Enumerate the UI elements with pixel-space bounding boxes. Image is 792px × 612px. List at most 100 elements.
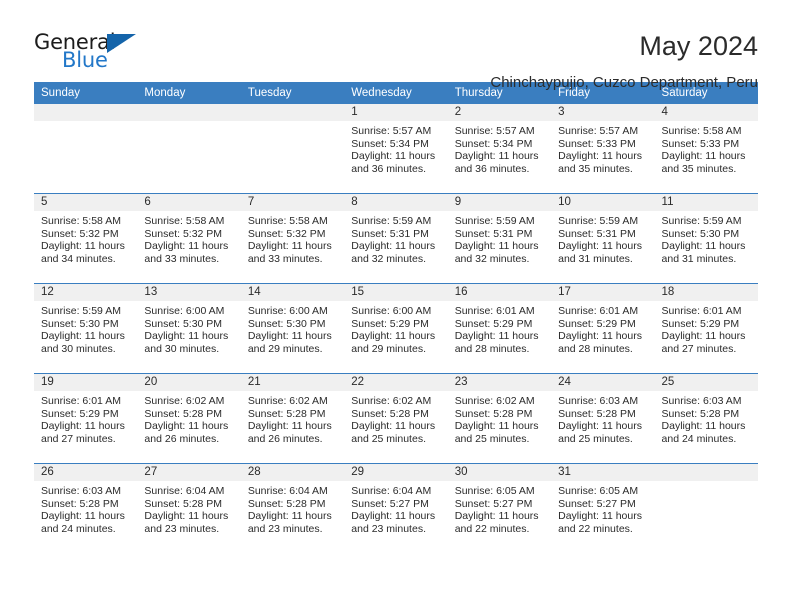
day-details: Sunrise: 6:00 AM Sunset: 5:29 PM Daylight:…	[344, 301, 447, 355]
calendar-day-cell[interactable]: 21 Sunrise: 6:02 AM Sunset: 5:28 PM Dayligh…	[240, 374, 345, 463]
sunset-text: Sunset: 5:28 PM	[454, 407, 533, 420]
daylight-text: Daylight: 11 hours and 33 minutes.	[144, 240, 229, 265]
calendar-day-cell[interactable]: 4 Sunrise: 5:58 AM Sunset: 5:33 PM Daylight…	[654, 104, 758, 193]
daylight-text: Daylight: 11 hours and 35 minutes.	[661, 150, 746, 175]
calendar-day-cell[interactable]: 19 Sunrise: 6:01 AM Sunset: 5:29 PM Dayligh…	[34, 374, 138, 463]
day-details: Sunrise: 6:01 AM Sunset: 5:29 PM Daylight:…	[34, 391, 137, 445]
day-number: 7	[240, 194, 345, 211]
sunset-text: Sunset: 5:29 PM	[558, 317, 636, 330]
daylight-text: Daylight: 11 hours and 32 minutes.	[351, 240, 436, 265]
day-number: 12	[34, 284, 138, 301]
daylight-text: Daylight: 11 hours and 23 minutes.	[144, 510, 229, 535]
calendar-day-cell[interactable]: 29 Sunrise: 6:04 AM Sunset: 5:27 PM Dayligh…	[344, 464, 448, 553]
weekday-header-friday: Friday	[558, 87, 591, 99]
calendar-day-cell[interactable]: 23 Sunrise: 6:02 AM Sunset: 5:28 PM Dayligh…	[447, 374, 552, 463]
calendar-day-cell[interactable]: 28 Sunrise: 6:04 AM Sunset: 5:28 PM Dayligh…	[240, 464, 345, 553]
calendar-day-cell[interactable]: 5 Sunrise: 5:58 AM Sunset: 5:32 PM Daylight…	[34, 194, 138, 283]
sunset-text: Sunset: 5:29 PM	[351, 317, 429, 330]
calendar-day-cell[interactable]: 31 Sunrise: 6:05 AM Sunset: 5:27 PM Dayligh…	[551, 464, 655, 553]
calendar-table: Sunday Monday Tuesday Wednesday Thursday Frid…	[34, 82, 758, 553]
calendar-day-cell[interactable]: 12 Sunrise: 5:59 AM Sunset: 5:30 PM Dayligh…	[34, 284, 138, 373]
calendar-day-cell[interactable]: 30 Sunrise: 6:05 AM Sunset: 5:27 PM Dayligh…	[447, 464, 552, 553]
sunrise-text: Sunrise: 6:01 AM	[661, 305, 742, 317]
daylight-text: Daylight: 11 hours and 28 minutes.	[454, 330, 539, 355]
day-number: 31	[551, 464, 655, 481]
day-number: 29	[344, 464, 448, 481]
day-number: 27	[137, 464, 241, 481]
daylight-text: Daylight: 11 hours and 36 minutes.	[454, 150, 539, 175]
sunset-text: Sunset: 5:30 PM	[661, 227, 740, 240]
calendar-day-cell[interactable]: 16 Sunrise: 6:01 AM Sunset: 5:29 PM Dayligh…	[447, 284, 552, 373]
calendar-day-cell[interactable]: 17 Sunrise: 6:01 AM Sunset: 5:29 PM Dayligh…	[551, 284, 655, 373]
day-details: Sunrise: 6:03 AM Sunset: 5:28 PM Daylight:…	[551, 391, 654, 445]
sunrise-text: Sunrise: 5:59 AM	[661, 215, 742, 227]
sunset-text: Sunset: 5:32 PM	[247, 227, 326, 240]
calendar-day-cell[interactable]: 25 Sunrise: 6:03 AM Sunset: 5:28 PM Dayligh…	[654, 374, 758, 463]
calendar-day-cell[interactable]: 20 Sunrise: 6:02 AM Sunset: 5:28 PM Dayligh…	[137, 374, 241, 463]
calendar-day-cell[interactable]: 10 Sunrise: 5:59 AM Sunset: 5:31 PM Dayligh…	[551, 194, 655, 283]
calendar-day-cell[interactable]: 7 Sunrise: 5:58 AM Sunset: 5:32 PM Daylight…	[240, 194, 345, 283]
day-details: Sunrise: 6:04 AM Sunset: 5:28 PM Daylight:…	[241, 481, 344, 535]
calendar-day-cell[interactable]: 9 Sunrise: 5:59 AM Sunset: 5:31 PM Daylight…	[447, 194, 552, 283]
day-details: Sunrise: 5:58 AM Sunset: 5:33 PM Daylight:…	[655, 121, 758, 175]
weekday-header-wednesday: Wednesday	[351, 87, 412, 99]
calendar-day-cell[interactable]: 22 Sunrise: 6:02 AM Sunset: 5:28 PM Dayligh…	[344, 374, 448, 463]
sunrise-text: Sunrise: 6:02 AM	[247, 395, 328, 407]
sunset-text: Sunset: 5:28 PM	[661, 407, 740, 420]
sunrise-text: Sunrise: 6:03 AM	[558, 395, 639, 407]
daylight-text: Daylight: 11 hours and 25 minutes.	[454, 420, 539, 445]
sunset-text: Sunset: 5:28 PM	[247, 407, 326, 420]
calendar-day-cell[interactable]: 26 Sunrise: 6:03 AM Sunset: 5:28 PM Dayligh…	[34, 464, 138, 553]
logo-text-blue: Blue	[62, 48, 108, 72]
daylight-text: Daylight: 11 hours and 36 minutes.	[351, 150, 436, 175]
week-cells: 26 Sunrise: 6:03 AM Sunset: 5:28 PM Dayligh…	[34, 464, 758, 553]
day-details: Sunrise: 6:02 AM Sunset: 5:28 PM Daylight:…	[448, 391, 551, 445]
calendar-day-cell[interactable]: 6 Sunrise: 5:58 AM Sunset: 5:32 PM Daylight…	[137, 194, 241, 283]
sunrise-text: Sunrise: 5:59 AM	[454, 215, 535, 227]
sunset-text: Sunset: 5:28 PM	[558, 407, 636, 420]
sunset-text: Sunset: 5:28 PM	[351, 407, 429, 420]
calendar-day-cell[interactable]: 14 Sunrise: 6:00 AM Sunset: 5:30 PM Dayligh…	[240, 284, 345, 373]
daylight-text: Daylight: 11 hours and 30 minutes.	[41, 330, 125, 355]
calendar-day-cell[interactable]: 8 Sunrise: 5:59 AM Sunset: 5:31 PM Daylight…	[344, 194, 448, 283]
day-number: 20	[137, 374, 241, 391]
day-number	[240, 104, 345, 121]
day-number: 15	[344, 284, 448, 301]
sunset-text: Sunset: 5:30 PM	[144, 317, 223, 330]
triangle-icon	[107, 34, 136, 53]
day-number	[137, 104, 241, 121]
calendar-day-cell[interactable]: 3 Sunrise: 5:57 AM Sunset: 5:33 PM Daylight…	[551, 104, 655, 193]
calendar-day-cell[interactable]: 24 Sunrise: 6:03 AM Sunset: 5:28 PM Dayligh…	[551, 374, 655, 463]
day-number: 13	[137, 284, 241, 301]
calendar-day-cell[interactable]: 13 Sunrise: 6:00 AM Sunset: 5:30 PM Dayligh…	[137, 284, 241, 373]
day-details: Sunrise: 5:59 AM Sunset: 5:30 PM Daylight:…	[34, 301, 137, 355]
sunrise-text: Sunrise: 6:02 AM	[454, 395, 535, 407]
day-number: 19	[34, 374, 138, 391]
day-number: 10	[551, 194, 655, 211]
sunrise-text: Sunrise: 5:57 AM	[558, 125, 639, 137]
daylight-text: Daylight: 11 hours and 29 minutes.	[247, 330, 332, 355]
day-number	[654, 464, 758, 481]
day-details: Sunrise: 6:05 AM Sunset: 5:27 PM Daylight:…	[448, 481, 551, 535]
day-details: Sunrise: 6:04 AM Sunset: 5:27 PM Daylight:…	[344, 481, 447, 535]
day-number: 14	[240, 284, 345, 301]
calendar-week-row: 12 Sunrise: 5:59 AM Sunset: 5:30 PM Dayligh…	[34, 283, 758, 373]
sunrise-text: Sunrise: 5:59 AM	[558, 215, 639, 227]
sunrise-text: Sunrise: 6:02 AM	[144, 395, 225, 407]
calendar-day-cell[interactable]: 15 Sunrise: 6:00 AM Sunset: 5:29 PM Dayligh…	[344, 284, 448, 373]
calendar-day-cell[interactable]: 11 Sunrise: 5:59 AM Sunset: 5:30 PM Dayligh…	[654, 194, 758, 283]
day-number: 16	[447, 284, 552, 301]
day-details: Sunrise: 6:00 AM Sunset: 5:30 PM Daylight:…	[137, 301, 240, 355]
day-details: Sunrise: 6:02 AM Sunset: 5:28 PM Daylight:…	[241, 391, 344, 445]
calendar-day-cell[interactable]: 27 Sunrise: 6:04 AM Sunset: 5:28 PM Dayligh…	[137, 464, 241, 553]
calendar-day-cell[interactable]: 2 Sunrise: 5:57 AM Sunset: 5:34 PM Daylight…	[447, 104, 552, 193]
week-cells: 12 Sunrise: 5:59 AM Sunset: 5:30 PM Dayligh…	[34, 284, 758, 373]
week-cells: 1 Sunrise: 5:57 AM Sunset: 5:34 PM Daylight…	[34, 104, 758, 193]
calendar-day-cell[interactable]: 1 Sunrise: 5:57 AM Sunset: 5:34 PM Daylight…	[344, 104, 448, 193]
day-number: 1	[344, 104, 448, 121]
daylight-text: Daylight: 11 hours and 26 minutes.	[247, 420, 332, 445]
calendar-cell-empty	[240, 104, 345, 193]
day-details: Sunrise: 5:57 AM Sunset: 5:34 PM Daylight:…	[344, 121, 447, 175]
sunrise-text: Sunrise: 5:58 AM	[247, 215, 328, 227]
calendar-day-cell[interactable]: 18 Sunrise: 6:01 AM Sunset: 5:29 PM Dayligh…	[654, 284, 758, 373]
